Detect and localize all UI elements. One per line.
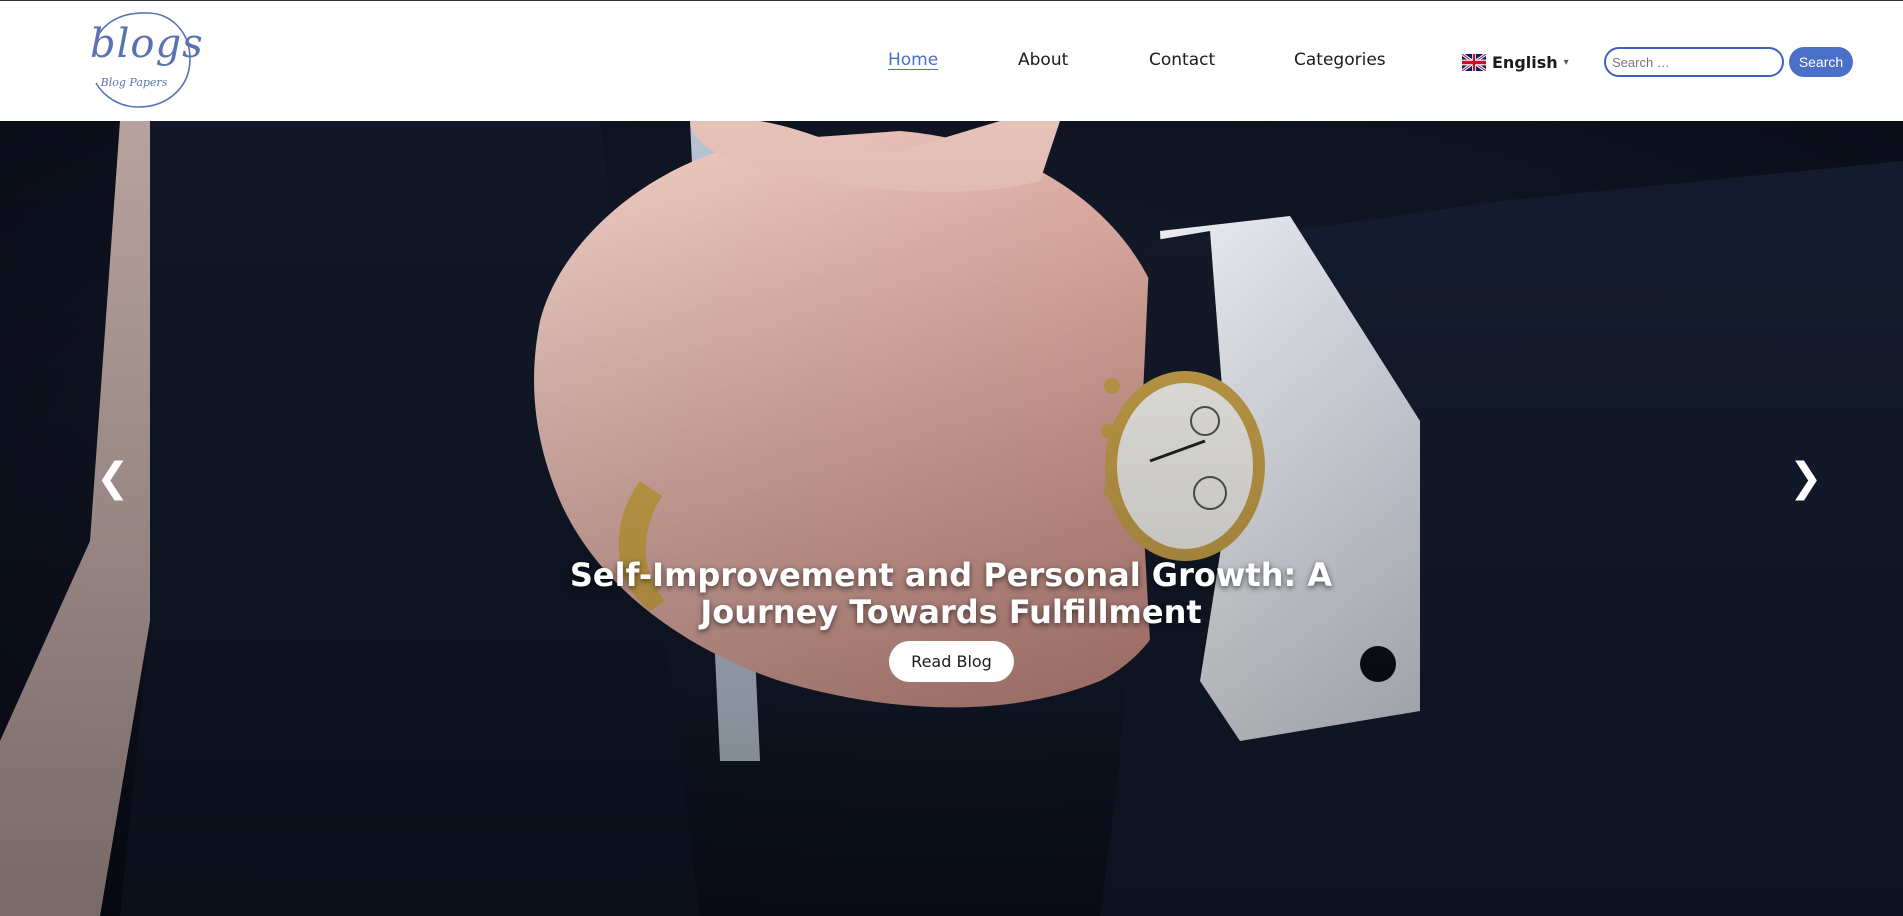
language-label: English	[1492, 52, 1558, 72]
search-button[interactable]: Search	[1789, 47, 1853, 77]
nav-about[interactable]: About	[1018, 50, 1068, 70]
read-blog-button[interactable]: Read Blog	[889, 641, 1014, 682]
uk-flag-icon	[1462, 53, 1486, 71]
carousel-next-button[interactable]: ❯	[1789, 458, 1823, 498]
language-selector[interactable]: English ▾	[1462, 51, 1569, 73]
hero-image	[0, 121, 1903, 916]
caret-down-icon: ▾	[1563, 56, 1569, 68]
search-input[interactable]	[1604, 47, 1784, 77]
site-logo[interactable]: blogs Blog Papers	[86, 9, 204, 111]
nav-categories[interactable]: Categories	[1294, 50, 1386, 70]
site-header: blogs Blog Papers Home About Contact Cat…	[0, 0, 1903, 121]
nav-home[interactable]: Home	[888, 50, 938, 70]
carousel-prev-button[interactable]: ❮	[96, 458, 130, 498]
logo-text: blogs	[90, 21, 204, 67]
hero-carousel: ❮ ❯ Self-Improvement and Personal Growth…	[0, 121, 1903, 916]
hero-title: Self-Improvement and Personal Growth: A …	[569, 556, 1333, 631]
nav-contact[interactable]: Contact	[1149, 50, 1215, 70]
logo-tagline: Blog Papers	[100, 76, 168, 89]
